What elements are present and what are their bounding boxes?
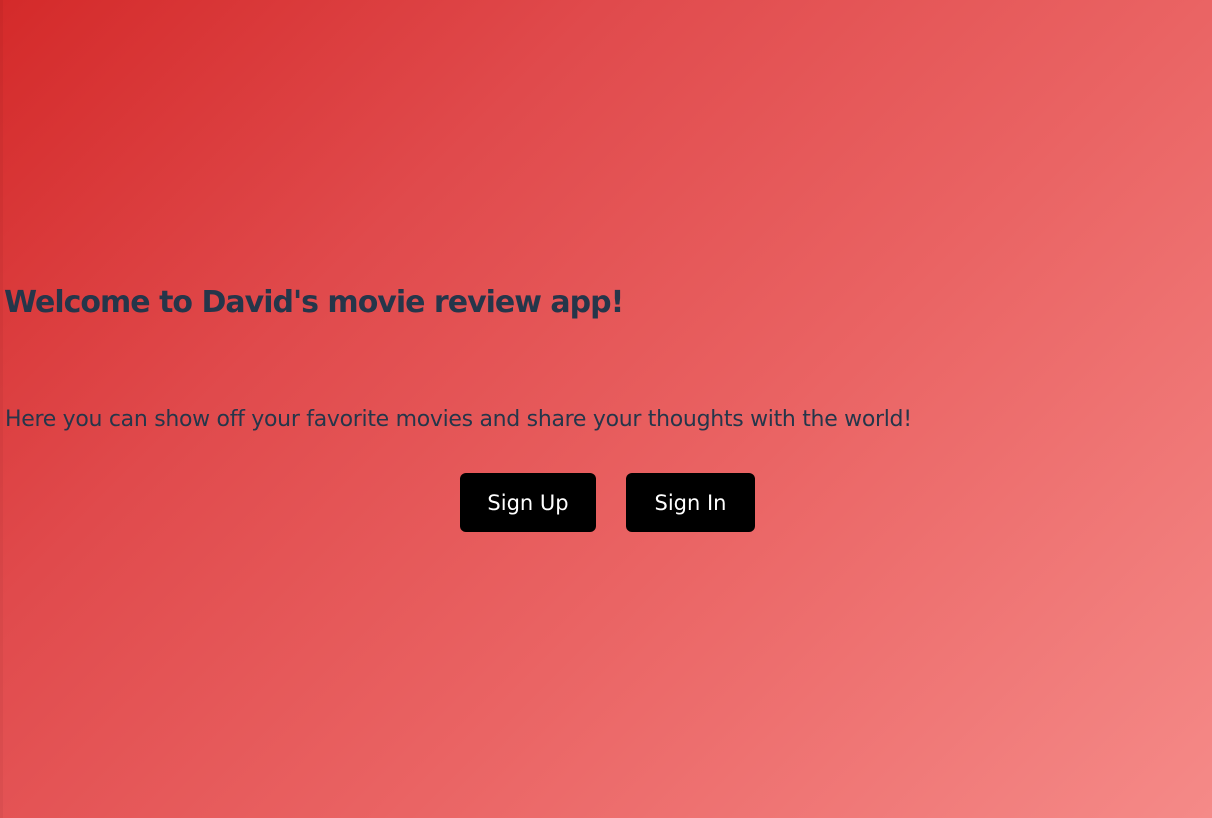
page-subtitle: Here you can show off your favorite movi… bbox=[5, 407, 912, 432]
sign-up-button[interactable]: Sign Up bbox=[460, 473, 596, 532]
page-edge bbox=[0, 0, 3, 818]
sign-in-button[interactable]: Sign In bbox=[626, 473, 755, 532]
sign-up-label: Sign Up bbox=[487, 490, 569, 515]
page-title: Welcome to David's movie review app! bbox=[4, 285, 624, 320]
sign-in-label: Sign In bbox=[654, 490, 727, 515]
